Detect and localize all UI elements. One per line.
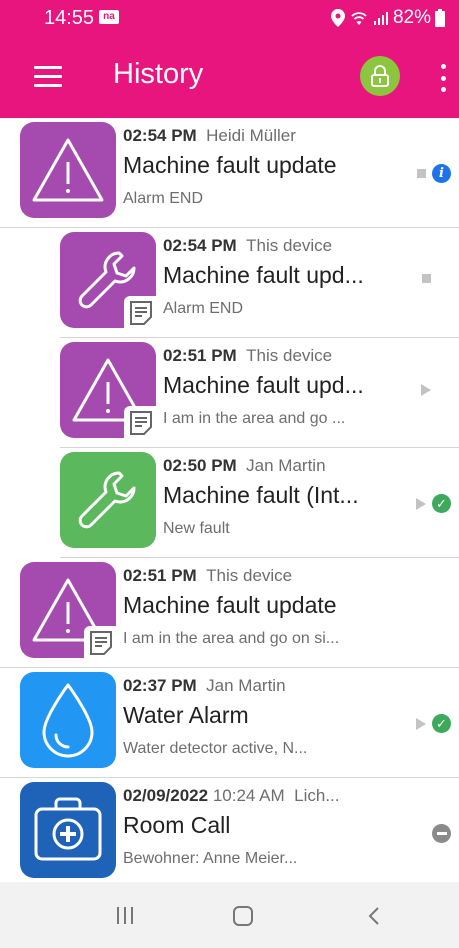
recent-apps-icon[interactable] bbox=[117, 907, 133, 924]
nav-bar bbox=[0, 882, 459, 948]
item-meta: 02:54 PM This device bbox=[163, 236, 332, 256]
item-status: ✓ bbox=[416, 494, 451, 513]
back-icon[interactable] bbox=[368, 906, 380, 926]
item-source: Lich... bbox=[294, 786, 340, 805]
item-title: Machine fault upd... bbox=[163, 262, 364, 288]
list-item[interactable]: 02:54 PM This device Machine fault upd..… bbox=[0, 228, 459, 338]
lock-button[interactable] bbox=[360, 56, 400, 96]
item-subtitle: Water detector active, N... bbox=[123, 740, 308, 757]
menu-icon[interactable] bbox=[34, 66, 62, 90]
play-triangle-icon bbox=[416, 717, 426, 730]
notification-badge: na bbox=[99, 10, 119, 24]
list-item[interactable]: 02:51 PM This device Machine fault upd..… bbox=[0, 338, 459, 448]
play-triangle-icon bbox=[421, 384, 431, 396]
list-item[interactable]: 02/09/2022 10:24 AM Lich... Room Call Be… bbox=[0, 778, 459, 882]
item-time: 02/09/2022 bbox=[123, 786, 209, 805]
list-item[interactable]: 02:51 PM This device Machine fault updat… bbox=[0, 558, 459, 668]
play-triangle-icon bbox=[416, 497, 426, 510]
item-meta: 02:51 PM This device bbox=[163, 346, 332, 366]
item-title: Water Alarm bbox=[123, 702, 249, 728]
item-time: 02:51 PM bbox=[123, 566, 197, 585]
battery-icon bbox=[435, 9, 445, 27]
battery-percent: 82% bbox=[392, 7, 431, 28]
document-icon bbox=[124, 296, 158, 330]
item-source: This device bbox=[246, 346, 333, 365]
item-status: i bbox=[417, 164, 451, 183]
alarm-triangle-icon bbox=[20, 122, 116, 218]
item-time: 02:50 PM bbox=[163, 456, 237, 475]
item-status: ✓ bbox=[416, 714, 451, 733]
page-title: History bbox=[113, 58, 204, 90]
item-status bbox=[421, 384, 431, 396]
list-item[interactable]: 02:54 PM Heidi Müller Machine fault upda… bbox=[0, 118, 459, 228]
item-meta: 02:54 PM Heidi Müller bbox=[123, 126, 296, 146]
item-source: This device bbox=[246, 236, 333, 255]
stopped-square-icon bbox=[417, 169, 426, 178]
item-meta: 02:50 PM Jan Martin bbox=[163, 456, 326, 476]
document-icon bbox=[84, 626, 118, 660]
status-icons: 82% bbox=[330, 7, 445, 29]
item-meta: 02:51 PM This device bbox=[123, 566, 292, 586]
item-meta: 02/09/2022 10:24 AM Lich... bbox=[123, 786, 339, 806]
signal-icon bbox=[373, 12, 388, 25]
more-options-icon[interactable] bbox=[438, 62, 448, 94]
item-subtitle: New fault bbox=[163, 520, 230, 537]
check-icon: ✓ bbox=[432, 494, 451, 513]
item-source: Jan Martin bbox=[206, 676, 286, 695]
status-time: 14:55 bbox=[44, 7, 95, 29]
item-title: Room Call bbox=[123, 812, 231, 838]
item-subtitle: I am in the area and go ... bbox=[163, 410, 346, 427]
wifi-icon bbox=[351, 12, 367, 25]
alarm-triangle-icon bbox=[20, 562, 118, 660]
item-time-rest: 10:24 AM bbox=[212, 786, 285, 805]
home-icon[interactable] bbox=[233, 906, 253, 926]
list-item[interactable]: 02:50 PM Jan Martin Machine fault (Int..… bbox=[0, 448, 459, 558]
item-title: Machine fault update bbox=[123, 152, 337, 178]
info-icon[interactable]: i bbox=[432, 164, 451, 183]
item-source: Heidi Müller bbox=[206, 126, 296, 145]
list-item[interactable]: 02:37 PM Jan Martin Water Alarm Water de… bbox=[0, 668, 459, 778]
wrench-icon bbox=[60, 232, 158, 330]
wrench-icon bbox=[60, 452, 156, 548]
item-status bbox=[422, 274, 431, 283]
document-icon bbox=[124, 406, 158, 440]
item-subtitle: Alarm END bbox=[123, 190, 204, 207]
item-time: 02:37 PM bbox=[123, 676, 197, 695]
check-icon: ✓ bbox=[432, 714, 451, 733]
item-status bbox=[432, 824, 451, 843]
alarm-triangle-icon bbox=[60, 342, 158, 440]
item-source: This device bbox=[206, 566, 293, 585]
item-subtitle: I am in the area and go on si... bbox=[123, 630, 340, 647]
minus-icon bbox=[432, 824, 451, 843]
item-title: Machine fault (Int... bbox=[163, 482, 359, 508]
item-meta: 02:37 PM Jan Martin bbox=[123, 676, 286, 696]
history-list: 02:54 PM Heidi Müller Machine fault upda… bbox=[0, 118, 459, 882]
location-icon bbox=[330, 9, 345, 27]
stopped-square-icon bbox=[422, 274, 431, 283]
item-time: 02:54 PM bbox=[123, 126, 197, 145]
item-source: Jan Martin bbox=[246, 456, 326, 475]
item-time: 02:51 PM bbox=[163, 346, 237, 365]
water-drop-icon bbox=[20, 672, 116, 768]
status-bar: 14:55 na 82% bbox=[0, 0, 459, 36]
item-subtitle: Bewohner: Anne Meier... bbox=[123, 850, 298, 867]
medical-kit-icon bbox=[20, 782, 116, 878]
app-bar: History bbox=[0, 36, 459, 118]
item-title: Machine fault upd... bbox=[163, 372, 364, 398]
item-time: 02:54 PM bbox=[163, 236, 237, 255]
lock-icon bbox=[371, 65, 389, 87]
item-title: Machine fault update bbox=[123, 592, 337, 618]
item-subtitle: Alarm END bbox=[163, 300, 244, 317]
